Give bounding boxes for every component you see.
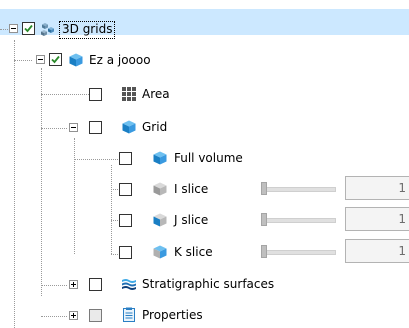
tree-guide [14,40,15,328]
checkbox-grid[interactable] [89,121,102,134]
tree-node-label[interactable]: J slice [172,212,210,228]
i-slice-value-input[interactable]: 1 [345,176,409,200]
checkbox-full-volume[interactable] [119,152,132,165]
tree-guide [41,128,67,129]
collapse-toggle[interactable] [9,24,18,33]
tree-guide [41,285,67,286]
blue-gray-cube-icon [153,213,167,227]
grid-cube-icon [69,53,83,67]
check-icon [24,24,33,33]
tree-guide [111,220,118,221]
expand-toggle[interactable] [69,280,78,289]
tree-node-label[interactable]: Area [140,86,172,102]
tree-guide [111,254,118,255]
collapse-toggle[interactable] [36,55,45,64]
tree-guide [41,94,89,95]
tree-guide [111,189,118,190]
grid-cube-icon [122,120,136,134]
3d-grids-icon [41,23,54,36]
blue-cube-icon [153,245,167,259]
j-slice-value-input[interactable]: 1 [345,207,409,231]
area-grid-icon [122,87,136,101]
expand-toggle[interactable] [69,311,78,320]
checkbox-3d-grids[interactable] [22,22,35,35]
surfaces-icon [122,279,136,290]
checkbox-j-slice[interactable] [119,214,132,227]
checkbox-ez-a-joooo[interactable] [49,53,62,66]
checkbox-i-slice[interactable] [119,183,132,196]
check-icon [51,55,60,64]
checkbox-area[interactable] [89,88,102,101]
tree-guide [14,60,32,61]
tree-node-label[interactable]: Stratigraphic surfaces [140,276,276,292]
slider-thumb[interactable] [261,213,267,226]
k-slice-value-input[interactable]: 1 [345,239,409,263]
tree-node-label[interactable]: K slice [172,244,215,260]
tree-guide [111,165,112,254]
tree-node-label[interactable]: Full volume [172,150,245,166]
i-slice-slider[interactable] [261,181,336,197]
checkbox-properties[interactable] [89,309,102,322]
k-slice-slider[interactable] [261,244,336,260]
tree-guide [74,159,118,160]
grid-cube-icon [153,151,167,165]
tree-guide [41,68,42,296]
gray-cube-icon [153,182,167,196]
slider-thumb[interactable] [261,245,267,258]
checkbox-k-slice[interactable] [119,246,132,259]
tree-guide [41,316,67,317]
properties-icon [123,307,135,322]
tree-node-label[interactable]: Grid [140,119,169,135]
tree-node-label[interactable]: Properties [140,307,205,323]
j-slice-slider[interactable] [261,212,336,228]
tree-node-label[interactable]: I slice [172,181,210,197]
tree-node-label[interactable]: 3D grids [59,21,116,39]
slider-thumb[interactable] [261,182,267,195]
tree-guide [0,29,8,30]
tree-node-label[interactable]: Ez a joooo [87,52,153,68]
tree-guide [74,138,75,254]
collapse-toggle[interactable] [69,123,78,132]
checkbox-stratigraphic-surfaces[interactable] [89,278,102,291]
